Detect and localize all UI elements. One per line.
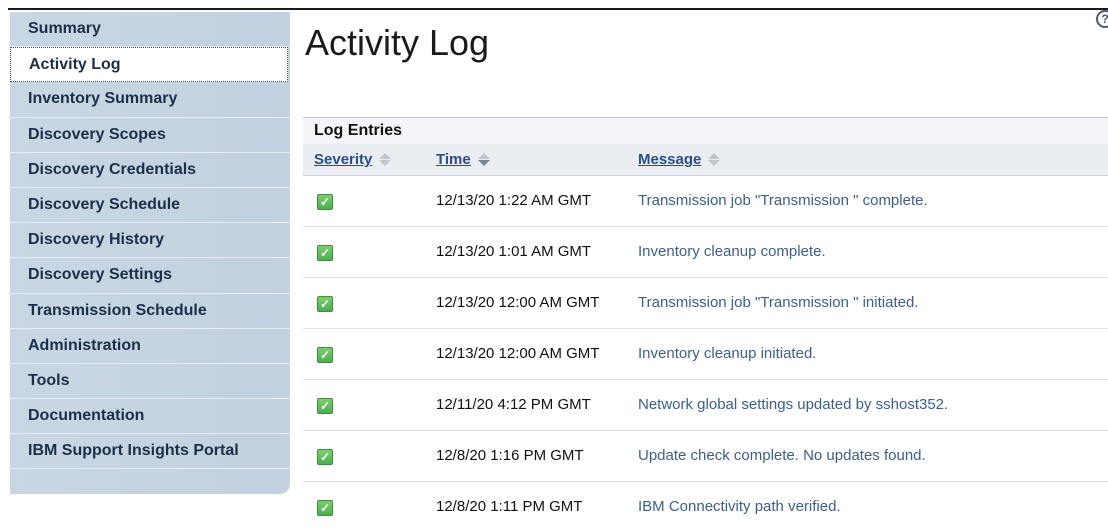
- sort-icon[interactable]: [379, 153, 392, 166]
- sidebar-item-administration[interactable]: Administration: [10, 329, 290, 364]
- sidebar-item-discovery-schedule[interactable]: Discovery Schedule: [10, 188, 290, 224]
- panel-title: Log Entries: [303, 117, 1108, 144]
- log-message: Transmission job "Transmission " initiat…: [638, 294, 919, 311]
- success-check-icon: ✓: [317, 449, 333, 465]
- log-message: Network global settings updated by sshos…: [638, 396, 949, 413]
- severity-column-header[interactable]: Severity: [314, 151, 392, 168]
- log-time: 12/13/20 12:00 AM GMT: [436, 294, 600, 311]
- sidebar-item-inventory-summary[interactable]: Inventory Summary: [10, 82, 290, 118]
- sidebar-item-transmission-schedule[interactable]: Transmission Schedule: [10, 294, 290, 329]
- success-check-icon: ✓: [317, 398, 333, 414]
- time-column-header[interactable]: Time: [436, 151, 490, 168]
- success-check-icon: ✓: [317, 194, 333, 210]
- time-header-label: Time: [436, 151, 471, 168]
- table-row[interactable]: ✓ 12/8/20 1:16 PM GMT Update check complet…: [303, 431, 1108, 482]
- success-check-icon: ✓: [317, 347, 333, 363]
- success-check-icon: ✓: [317, 296, 333, 312]
- sidebar-nav: Summary Activity Log Inventory Summary D…: [10, 12, 290, 494]
- log-message: Update check complete. No updates found.: [638, 447, 926, 464]
- log-time: 12/13/20 12:00 AM GMT: [436, 345, 600, 362]
- sidebar-item-activity-log[interactable]: Activity Log: [10, 47, 288, 83]
- log-message: IBM Connectivity path verified.: [638, 498, 841, 515]
- sort-icon[interactable]: [708, 153, 721, 166]
- log-time: 12/8/20 1:16 PM GMT: [436, 447, 584, 464]
- log-time: 12/11/20 4:12 PM GMT: [436, 396, 591, 413]
- log-message: Inventory cleanup complete.: [638, 243, 826, 260]
- table-row[interactable]: ✓ 12/13/20 12:00 AM GMT Inventory cleanup …: [303, 329, 1108, 380]
- table-header: Severity Time Message: [303, 144, 1108, 176]
- sidebar-item-discovery-history[interactable]: Discovery History: [10, 223, 290, 259]
- success-check-icon: ✓: [317, 245, 333, 261]
- table-row[interactable]: ✓ 12/13/20 1:01 AM GMT Inventory cleanup c…: [303, 227, 1108, 278]
- table-row[interactable]: ✓ 12/8/20 1:11 PM GMT IBM Connectivity pat…: [303, 482, 1108, 527]
- sidebar-item-discovery-settings[interactable]: Discovery Settings: [10, 258, 290, 294]
- log-time: 12/8/20 1:11 PM GMT: [436, 498, 583, 515]
- table-row[interactable]: ✓ 12/13/20 12:00 AM GMT Transmission job "…: [303, 278, 1108, 329]
- severity-header-label: Severity: [314, 151, 373, 168]
- sidebar-item-summary[interactable]: Summary: [10, 12, 290, 48]
- log-message: Inventory cleanup initiated.: [638, 345, 817, 362]
- help-icon[interactable]: ?: [1096, 10, 1108, 28]
- log-time: 12/13/20 1:22 AM GMT: [436, 192, 592, 209]
- sidebar-item-discovery-scopes[interactable]: Discovery Scopes: [10, 118, 290, 153]
- log-message: Transmission job "Transmission " complet…: [638, 192, 928, 209]
- top-border: [8, 8, 1108, 10]
- sidebar-item-discovery-credentials[interactable]: Discovery Credentials: [10, 153, 290, 188]
- sort-desc-icon[interactable]: [477, 153, 490, 166]
- sidebar-item-documentation[interactable]: Documentation: [10, 399, 290, 435]
- message-header-label: Message: [638, 151, 702, 168]
- sidebar-item-tools[interactable]: Tools: [10, 364, 290, 400]
- message-column-header[interactable]: Message: [638, 151, 721, 168]
- table-row[interactable]: ✓ 12/11/20 4:12 PM GMT Network global sett…: [303, 380, 1108, 431]
- success-check-icon: ✓: [317, 500, 333, 516]
- log-table-body: ✓ 12/13/20 1:22 AM GMT Transmission job "T…: [303, 176, 1108, 527]
- table-row[interactable]: ✓ 12/13/20 1:22 AM GMT Transmission job "T…: [303, 176, 1108, 227]
- log-entries-panel: Log Entries Severity Time Message ✓ 12/13…: [303, 117, 1108, 527]
- log-time: 12/13/20 1:01 AM GMT: [436, 243, 592, 260]
- page-title: Activity Log: [305, 22, 490, 63]
- sidebar-item-ibm-support-insights-portal[interactable]: IBM Support Insights Portal: [10, 434, 290, 470]
